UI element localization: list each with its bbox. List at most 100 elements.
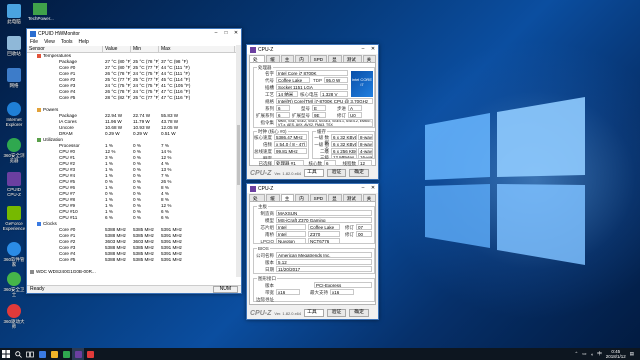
ok-button[interactable]: 确定 bbox=[349, 169, 369, 177]
column-sensor[interactable]: Sensor bbox=[27, 46, 103, 52]
close-icon[interactable]: ✕ bbox=[231, 29, 241, 38]
minimize-icon[interactable]: – bbox=[211, 29, 221, 38]
desktop-icon-geforce[interactable]: GeForce Experience bbox=[2, 204, 26, 234]
desktop-icon-360-driver[interactable]: 360驱动大师 bbox=[2, 302, 26, 332]
close-icon[interactable]: ✕ bbox=[368, 184, 378, 193]
start-button[interactable] bbox=[0, 348, 12, 360]
scrollbar-thumb[interactable] bbox=[237, 125, 240, 185]
maximize-icon[interactable]: □ bbox=[221, 29, 231, 38]
tab-2[interactable]: 主板 bbox=[280, 194, 295, 208]
sensor-name-text: Core #5 bbox=[59, 257, 76, 262]
taskbar-app-cpuz[interactable] bbox=[72, 348, 84, 360]
driver-icon bbox=[86, 350, 94, 358]
tab-7[interactable]: 关于 bbox=[362, 55, 377, 69]
desktop-icon-techpowerup[interactable]: TechPower... bbox=[28, 2, 54, 26]
tab-4[interactable]: SPD bbox=[309, 55, 328, 62]
selection-label: 已选择 bbox=[258, 161, 273, 166]
desktop-icon-360-safe[interactable]: 360安全卫士 bbox=[2, 270, 26, 300]
desktop-icon-label: CPUID CPU-Z bbox=[6, 187, 21, 197]
tab-2[interactable]: 主板 bbox=[280, 55, 295, 69]
revision-label: 修订 bbox=[337, 113, 346, 118]
multiplier-label: 倍频 bbox=[263, 142, 272, 147]
chipset-label: 芯片组 bbox=[260, 225, 275, 230]
cpuz-titlebar[interactable]: CPU-Z – ✕ bbox=[247, 184, 378, 193]
device-row[interactable]: WDC WDS240G1G0B-00R... bbox=[27, 269, 241, 275]
validate-button[interactable]: 验证 bbox=[326, 309, 347, 317]
desktop-icon-360-softmgr[interactable]: 360软件管家 bbox=[2, 240, 26, 270]
desktop-icon-this-pc[interactable]: 此电脑 bbox=[2, 2, 26, 32]
column-max[interactable]: Max bbox=[159, 46, 235, 52]
close-icon[interactable]: ✕ bbox=[368, 45, 378, 54]
ext-model-value: 9E bbox=[312, 112, 326, 118]
driver-icon bbox=[7, 304, 21, 318]
taskbar-app-explorer[interactable] bbox=[48, 348, 60, 360]
network-tray-icon[interactable]: ▭ bbox=[582, 351, 586, 357]
edge-icon bbox=[38, 350, 46, 358]
clock-date: 2018/1/12 bbox=[605, 354, 626, 359]
tab-0[interactable]: 处理器 bbox=[249, 55, 266, 76]
desktop-icon-label: TechPower... bbox=[28, 16, 54, 21]
clock[interactable]: 0:45 2018/1/12 bbox=[606, 349, 626, 359]
desktop-icon-label: 回收站 bbox=[7, 51, 21, 56]
column-value[interactable]: Value bbox=[103, 46, 131, 52]
processor-select[interactable]: 处理器 #1 bbox=[274, 160, 304, 166]
sensor-name-text: Uncore bbox=[59, 125, 74, 130]
tools-dropdown[interactable]: 工具 bbox=[304, 309, 324, 317]
ext-model-label: 扩展型号 bbox=[292, 113, 310, 118]
cpuz-titlebar[interactable]: CPU-Z – ✕ bbox=[247, 45, 378, 54]
tab-6[interactable]: 测试分数 bbox=[342, 194, 362, 208]
tab-1[interactable]: 缓存 bbox=[266, 194, 280, 208]
menu-help[interactable]: Help bbox=[79, 39, 89, 45]
shield-icon bbox=[7, 272, 21, 286]
menu-view[interactable]: View bbox=[44, 39, 55, 45]
tab-3[interactable]: 内存 bbox=[295, 194, 309, 208]
tab-7[interactable]: 关于 bbox=[362, 194, 377, 208]
sensor-value bbox=[103, 269, 131, 275]
minimize-icon[interactable]: – bbox=[358, 45, 368, 54]
hwmonitor-titlebar[interactable]: CPUID HWMonitor – □ ✕ bbox=[27, 29, 241, 38]
southbridge-vendor: Intel bbox=[276, 231, 306, 237]
validate-button[interactable]: 验证 bbox=[326, 169, 347, 177]
taskbar-app-edge[interactable] bbox=[36, 348, 48, 360]
status-text: Ready bbox=[30, 286, 45, 292]
ime-indicator-icon[interactable]: 中 bbox=[597, 351, 602, 357]
task-view-button[interactable] bbox=[24, 348, 36, 360]
volume-icon[interactable]: ◖ bbox=[590, 352, 593, 357]
menu-file[interactable]: File bbox=[30, 39, 38, 45]
vertical-scrollbar[interactable] bbox=[236, 45, 241, 277]
desktop-icon-network[interactable]: 网络 bbox=[2, 66, 26, 96]
desktop-icon-ie[interactable]: Internet Explorer bbox=[2, 100, 26, 130]
taskbar-app-360[interactable] bbox=[84, 348, 96, 360]
tab-4[interactable]: SPD bbox=[309, 194, 328, 201]
tab-0[interactable]: 处理器 bbox=[249, 194, 266, 215]
tab-6[interactable]: 测试分数 bbox=[342, 55, 362, 69]
desktop-icon-cpuz[interactable]: CPUID CPU-Z bbox=[2, 170, 26, 200]
minimize-icon[interactable]: – bbox=[358, 184, 368, 193]
notification-center-icon[interactable]: ▤ bbox=[630, 351, 634, 357]
tab-3[interactable]: 内存 bbox=[295, 55, 309, 69]
stepping-value: A bbox=[348, 105, 362, 111]
browser-icon bbox=[7, 138, 21, 152]
sensor-name-text: Package bbox=[59, 113, 77, 118]
search-button[interactable] bbox=[12, 348, 24, 360]
tab-1[interactable]: 缓存 bbox=[266, 55, 280, 69]
ok-button[interactable]: 确定 bbox=[349, 309, 369, 317]
column-min[interactable]: Min bbox=[131, 46, 159, 52]
sensor-name-text: Powers bbox=[43, 107, 59, 112]
tab-5[interactable]: 显卡 bbox=[328, 194, 342, 208]
gpuz-icon bbox=[33, 3, 47, 15]
sensor-max bbox=[159, 269, 235, 275]
desktop-icon-360-browser[interactable]: 360安全浏览器 bbox=[2, 136, 26, 166]
tab-5[interactable]: 显卡 bbox=[328, 55, 342, 69]
taskbar-app-hwmonitor[interactable] bbox=[60, 348, 72, 360]
desktop-icon-label: 此电脑 bbox=[7, 19, 21, 24]
system-tray: ⌃ ▭ ◖ 中 0:45 2018/1/12 ▤ bbox=[574, 348, 634, 360]
menu-tools[interactable]: Tools bbox=[61, 39, 73, 45]
desktop-icon-recycle-bin[interactable]: 回收站 bbox=[2, 34, 26, 64]
tray-chevron-up-icon[interactable]: ⌃ bbox=[574, 351, 578, 357]
computer-icon bbox=[7, 4, 21, 18]
bios-brand-value: American Megatrends Inc. bbox=[276, 252, 372, 258]
tools-dropdown[interactable]: 工具 bbox=[304, 169, 324, 177]
group-title: 缓存 bbox=[316, 129, 327, 134]
sensor-category-icon bbox=[37, 221, 41, 226]
